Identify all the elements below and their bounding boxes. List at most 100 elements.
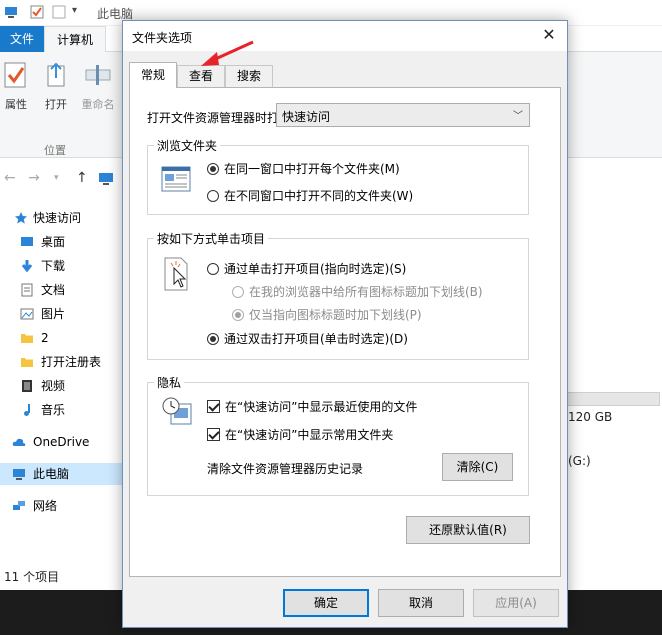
annotation-arrow-icon [201, 40, 254, 66]
computer-icon [13, 469, 25, 480]
radio-double-click[interactable]: 通过双击打开项目(单击时选定)(D) [207, 330, 408, 347]
sidebar-item-label: 图片 [41, 307, 66, 321]
address-computer-icon [99, 173, 113, 185]
sidebar-item-label: 桌面 [41, 235, 66, 249]
sidebar-item-documents[interactable]: 文档 [0, 279, 122, 301]
sidebar-item-this-pc[interactable]: 此电脑 [0, 463, 122, 485]
ribbon-group-location: 位置 [44, 144, 66, 157]
sidebar-item-downloads[interactable]: 下载 [0, 255, 122, 277]
sidebar-item-desktop[interactable]: 桌面 [0, 231, 122, 253]
pointer-click-illustration-icon [164, 257, 188, 291]
rename-button[interactable]: 重命名 [78, 60, 118, 112]
checkbox-box [207, 400, 220, 413]
sidebar-item-network[interactable]: 网络 [0, 495, 122, 517]
close-icon[interactable]: ✕ [539, 25, 559, 45]
checkbox-frequent-folders[interactable]: 在“快速访问”中显示常用文件夹 [207, 426, 393, 443]
tab-file[interactable]: 文件 [0, 26, 44, 52]
clear-history-button[interactable]: 清除(C) [442, 453, 513, 481]
restore-defaults-button[interactable]: 还原默认值(R) [406, 516, 530, 544]
click-items-group: 按如下方式单击项目 通过单击打开项目(指向时选定)(S) 在我的浏览器中给所有图… [147, 230, 529, 360]
sidebar-item-open-registry[interactable]: 打开注册表 [0, 351, 122, 373]
radio-new-window-label: 在不同窗口中打开不同的文件夹(W) [224, 189, 414, 203]
drive-free-space: 120 GB [568, 410, 613, 424]
open-label: 打开 [45, 98, 67, 111]
radio-single-click[interactable]: 通过单击打开项目(指向时选定)(S) [207, 260, 406, 277]
checkbox-recent-files[interactable]: 在“快速访问”中显示最近使用的文件 [207, 398, 417, 415]
sidebar-item-label: 网络 [33, 499, 58, 513]
new-folder-icon[interactable] [52, 5, 66, 19]
sidebar-item-label: 2 [41, 331, 49, 345]
radio-dot [207, 332, 219, 345]
forward-arrow-icon[interactable]: → [28, 170, 40, 186]
radio-new-window[interactable]: 在不同窗口中打开不同的文件夹(W) [207, 187, 413, 204]
checkbox-recent-files-label: 在“快速访问”中显示最近使用的文件 [225, 400, 418, 414]
status-item-count: 11 个项目 [4, 570, 60, 584]
open-icon [47, 62, 65, 87]
privacy-title: 隐私 [154, 374, 185, 391]
properties-icon [4, 62, 26, 88]
chevron-down-icon: ﹀ [513, 111, 523, 122]
picture-icon [20, 308, 34, 320]
general-tab-panel: 打开文件资源管理器时打 快速访问 ﹀ 浏览文件夹 在同一窗口中打开每个文件夹(M… [129, 87, 561, 577]
properties-button[interactable]: 属性 [2, 60, 30, 112]
rename-label: 重命名 [81, 98, 115, 111]
computer-icon [5, 7, 17, 18]
radio-dot [232, 308, 244, 321]
sidebar-item-label: 音乐 [41, 403, 66, 417]
rename-icon [85, 65, 111, 85]
radio-same-window[interactable]: 在同一窗口中打开每个文件夹(M) [207, 160, 400, 177]
clear-history-label: 清除文件资源管理器历史记录 [207, 462, 364, 476]
radio-double-click-label: 通过双击打开项目(单击时选定)(D) [224, 332, 408, 346]
radio-underline-point-label: 仅当指向图标标题时加下划线(P) [249, 308, 422, 322]
dialog-title: 文件夹选项 [132, 31, 193, 45]
download-icon [21, 260, 33, 273]
folder-options-dialog: 文件夹选项 ✕ 常规 查看 搜索 打开文件资源管理器时打 快速访问 ﹀ 浏览文件… [122, 20, 568, 628]
radio-same-window-label: 在同一窗口中打开每个文件夹(M) [224, 162, 400, 176]
radio-underline-all[interactable]: 在我的浏览器中给所有图标标题加下划线(B) [232, 283, 483, 300]
sidebar-item-onedrive[interactable]: OneDrive [0, 431, 122, 453]
radio-single-click-label: 通过单击打开项目(指向时选定)(S) [224, 262, 407, 276]
drive-letter: (G:) [568, 454, 591, 468]
radio-underline-point[interactable]: 仅当指向图标标题时加下划线(P) [232, 306, 422, 323]
folder-icon [21, 334, 33, 343]
radio-dot [207, 189, 219, 202]
sidebar-item-quick-access[interactable]: 快速访问 [0, 207, 122, 229]
sidebar-item-folder-2[interactable]: 2 [0, 327, 122, 349]
quick-access-dropdown-icon[interactable]: ▾ [72, 5, 77, 16]
sidebar-item-label: 视频 [41, 379, 66, 393]
drive-usage-bar [566, 392, 660, 406]
back-arrow-icon[interactable]: ← [4, 170, 16, 186]
navigation-bar: ← → ▾ ↑ [0, 164, 120, 194]
properties-check-icon[interactable] [30, 5, 44, 19]
open-explorer-value: 快速访问 [282, 110, 331, 124]
open-explorer-select[interactable]: 快速访问 ﹀ [276, 103, 530, 127]
dialog-titlebar: 文件夹选项 ✕ [123, 21, 567, 51]
star-icon [15, 212, 27, 224]
ok-button[interactable]: 确定 [283, 589, 369, 617]
sidebar-item-videos[interactable]: 视频 [0, 375, 122, 397]
browse-folders-title: 浏览文件夹 [154, 137, 221, 154]
checkbox-frequent-folders-label: 在“快速访问”中显示常用文件夹 [225, 428, 394, 442]
cloud-icon [12, 438, 26, 446]
radio-dot [207, 162, 219, 175]
tab-computer[interactable]: 计算机 [44, 26, 106, 53]
sidebar-item-label: 文档 [41, 283, 66, 297]
video-icon [22, 380, 32, 392]
sidebar-item-label: 快速访问 [33, 211, 82, 225]
apply-button[interactable]: 应用(A) [473, 589, 559, 617]
checkbox-box [207, 428, 220, 441]
document-icon [21, 283, 33, 297]
sidebar-item-pictures[interactable]: 图片 [0, 303, 122, 325]
click-items-title: 按如下方式单击项目 [154, 230, 269, 247]
cancel-button[interactable]: 取消 [378, 589, 464, 617]
dialog-body: 常规 查看 搜索 打开文件资源管理器时打 快速访问 ﹀ 浏览文件夹 在同一窗口中… [123, 51, 567, 627]
radio-dot [207, 262, 219, 275]
up-arrow-icon[interactable]: ↑ [76, 170, 88, 186]
sidebar-item-music[interactable]: 音乐 [0, 399, 122, 421]
recent-dropdown-icon[interactable]: ▾ [54, 173, 59, 183]
tab-general[interactable]: 常规 [129, 62, 177, 88]
folder-icon [21, 358, 33, 367]
privacy-group: 隐私 在“快速访问”中显示最近使用的文件 在“快速访问”中显示常用文件夹 清除文… [147, 374, 529, 496]
music-icon [24, 404, 30, 416]
open-button[interactable]: 打开 [42, 60, 70, 112]
